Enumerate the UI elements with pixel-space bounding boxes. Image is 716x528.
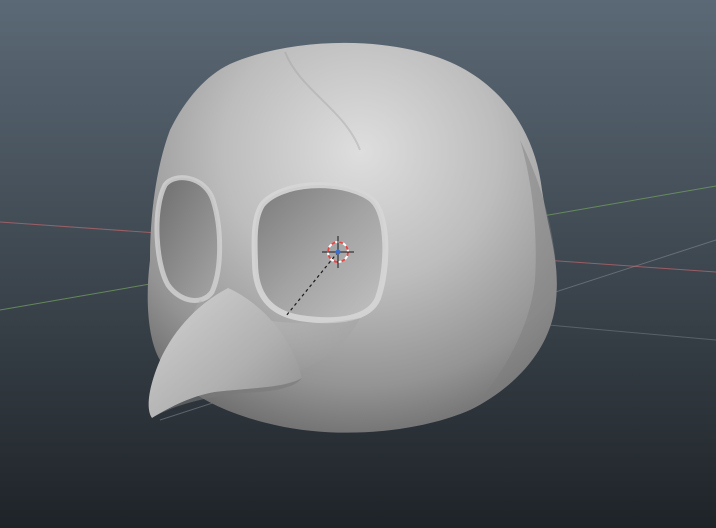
right-eye-socket[interactable] — [251, 182, 389, 324]
cursor-center — [335, 249, 341, 255]
3d-viewport[interactable] — [0, 0, 716, 528]
viewport-canvas[interactable] — [0, 0, 716, 528]
bird-head-mesh[interactable] — [147, 42, 557, 433]
left-eye-socket[interactable] — [154, 175, 223, 303]
